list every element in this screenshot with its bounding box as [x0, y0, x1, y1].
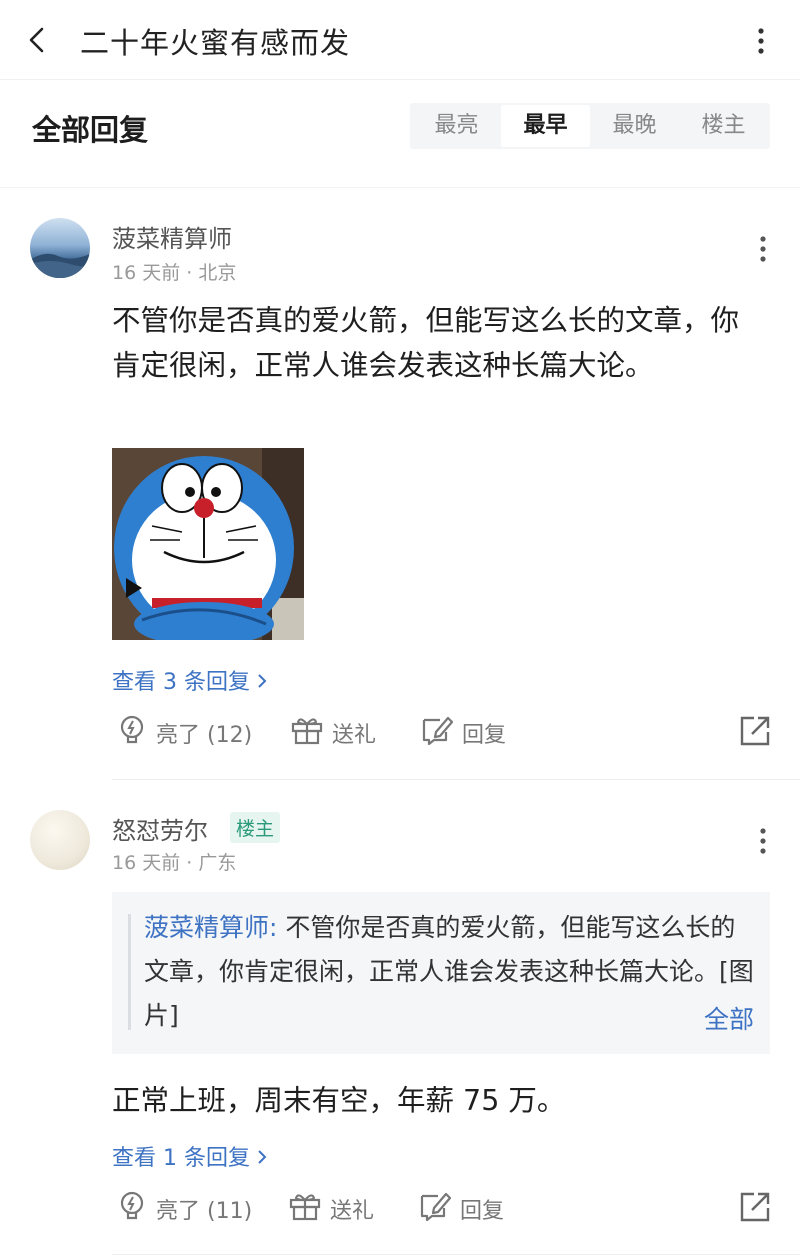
sort-tab-brightest[interactable]: 最亮	[412, 105, 501, 147]
like-label: 亮了 (11)	[156, 1199, 253, 1224]
top-bar: 二十年火蜜有感而发	[0, 0, 800, 80]
comment-text: 正常上班，周末有空，年薪 75 万。	[112, 1084, 566, 1117]
quote-text: 菠菜精算师: 不管你是否真的爱火箭，但能写这么长的文章，你肯定很闲，正常人谁会发…	[144, 906, 754, 1038]
quote-author[interactable]: 菠菜精算师:	[144, 913, 277, 942]
chevron-right-icon	[256, 1146, 268, 1171]
gift-button[interactable]: 送礼	[288, 1190, 374, 1228]
divider	[112, 1254, 800, 1255]
reply-button[interactable]: 回复	[420, 714, 506, 752]
reply-pen-icon	[420, 714, 462, 752]
expand-all-link[interactable]: 全部	[704, 1000, 754, 1036]
share-icon[interactable]	[738, 714, 772, 752]
reply-label: 回复	[462, 723, 507, 748]
like-bulb-icon	[116, 714, 156, 752]
op-badge: 楼主	[230, 812, 281, 843]
reply-pen-icon	[418, 1190, 460, 1228]
view-replies-link[interactable]: 查看 3 条回复	[112, 664, 268, 696]
comment-item: 菠菜精算师 16 天前 · 北京 不管你是否真的爱火箭，但能写这么长的文章，你肯…	[0, 188, 800, 780]
view-replies-link[interactable]: 查看 1 条回复	[112, 1140, 268, 1172]
sort-tabs: 最亮 最早 最晚 楼主	[410, 103, 770, 149]
like-bulb-icon	[116, 1190, 156, 1228]
quote-bar	[128, 914, 131, 1030]
gift-button[interactable]: 送礼	[290, 714, 376, 752]
reply-button[interactable]: 回复	[418, 1190, 504, 1228]
back-arrow-icon[interactable]	[22, 24, 54, 56]
sort-tab-earliest[interactable]: 最早	[501, 105, 590, 147]
share-icon[interactable]	[738, 1190, 772, 1228]
username[interactable]: 菠菜精算师	[112, 219, 232, 254]
like-label: 亮了 (12)	[156, 723, 253, 748]
sort-tab-latest[interactable]: 最晚	[590, 105, 679, 147]
comment-item: 怒怼劳尔 楼主 16 天前 · 广东 菠菜精算师: 不管你是否真的爱火箭，但能写…	[0, 780, 800, 1256]
avatar[interactable]	[30, 218, 90, 278]
comment-actions: 亮了 (12) 送礼 回复	[112, 714, 772, 754]
avatar[interactable]	[30, 810, 90, 870]
view-replies-label: 查看 1 条回复	[112, 1146, 250, 1171]
more-vertical-icon[interactable]	[746, 24, 776, 58]
page-title: 二十年火蜜有感而发	[80, 26, 351, 60]
comment-actions: 亮了 (11) 送礼 回复	[112, 1190, 772, 1230]
reply-label: 回复	[460, 1199, 505, 1224]
replies-header: 全部回复 最亮 最早 最晚 楼主	[0, 80, 800, 188]
doraemon-sticker-image[interactable]	[112, 448, 304, 640]
comment-meta: 16 天前 · 广东	[112, 852, 237, 874]
section-title: 全部回复	[32, 113, 149, 147]
more-vertical-icon[interactable]	[748, 232, 778, 266]
like-button[interactable]: 亮了 (12)	[116, 714, 252, 752]
sort-tab-op[interactable]: 楼主	[679, 105, 768, 147]
comment-meta: 16 天前 · 北京	[112, 262, 237, 284]
username[interactable]: 怒怼劳尔	[112, 811, 208, 846]
chevron-right-icon	[256, 670, 268, 695]
gift-label: 送礼	[332, 723, 377, 748]
view-replies-label: 查看 3 条回复	[112, 670, 250, 695]
like-button[interactable]: 亮了 (11)	[116, 1190, 252, 1228]
gift-label: 送礼	[330, 1199, 375, 1224]
quoted-reply[interactable]: 菠菜精算师: 不管你是否真的爱火箭，但能写这么长的文章，你肯定很闲，正常人谁会发…	[112, 892, 770, 1054]
comment-text: 不管你是否真的爱火箭，但能写这么长的文章，你肯定很闲，正常人谁会发表这种长篇大论…	[112, 304, 740, 382]
more-vertical-icon[interactable]	[748, 824, 778, 858]
gift-icon	[288, 1190, 330, 1228]
gift-icon	[290, 714, 332, 752]
